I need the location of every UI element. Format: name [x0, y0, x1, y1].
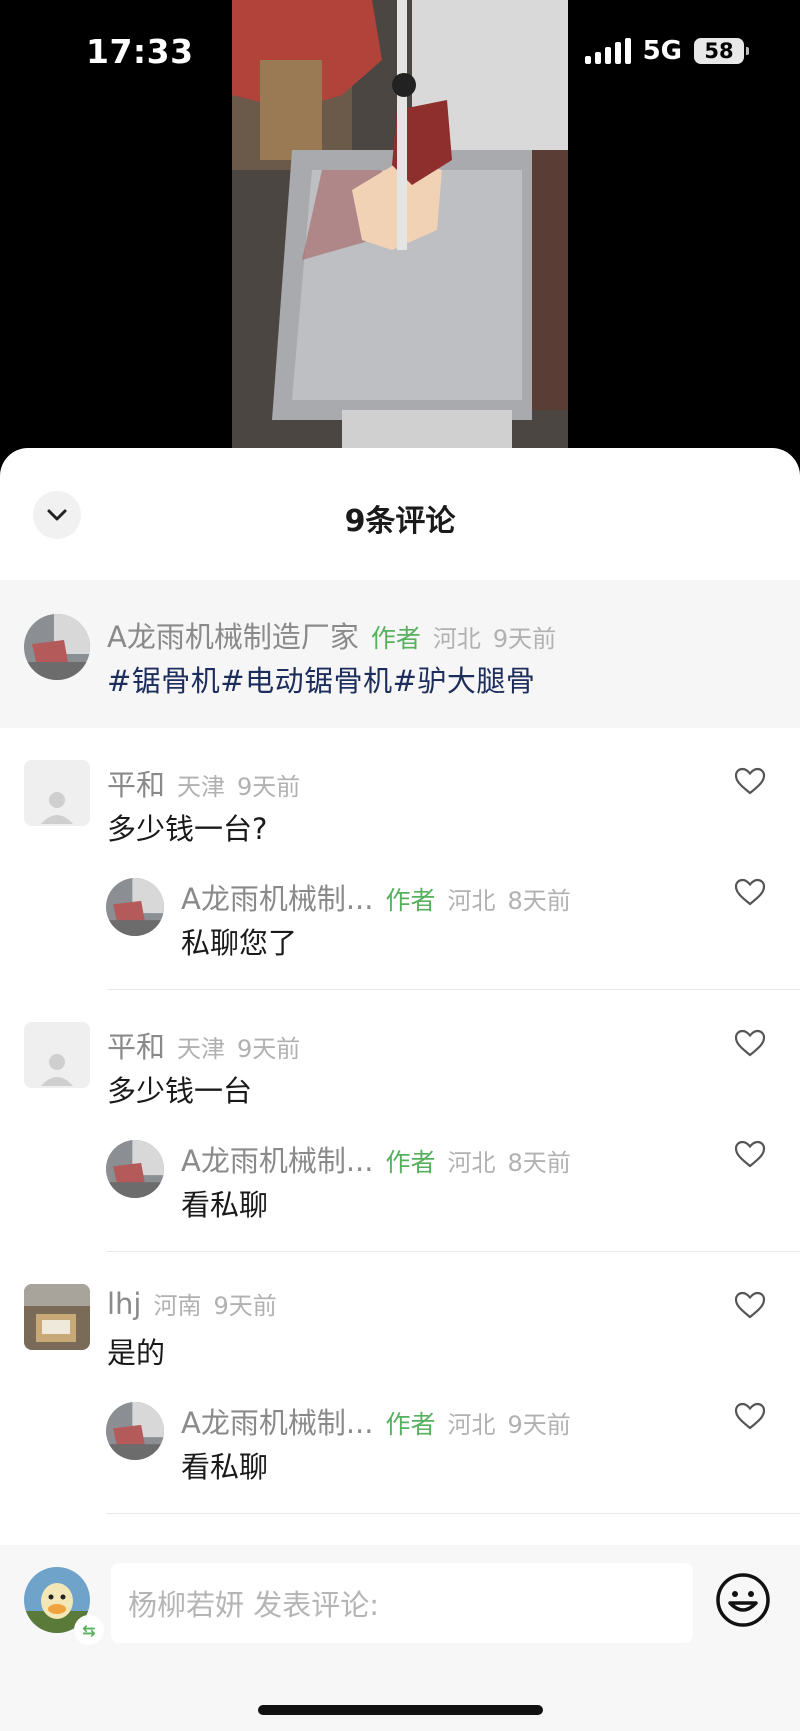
username[interactable]: 平和 — [107, 762, 165, 804]
location: 河北 — [447, 887, 496, 915]
comment-meta: A龙雨机械制... 作者 河北 8天前 — [181, 876, 571, 918]
comment-text: 看私聊 — [181, 1188, 269, 1222]
avatar[interactable] — [106, 1402, 164, 1460]
heart-icon[interactable] — [734, 766, 766, 796]
username[interactable]: A龙雨机械制... — [181, 1400, 374, 1442]
sheet-header: 9条评论 — [0, 448, 800, 578]
heart-icon[interactable] — [734, 1290, 766, 1320]
comment-meta: A龙雨机械制... 作者 河北 8天前 — [181, 1138, 571, 1180]
comment-input[interactable]: 杨柳若妍 发表评论: — [111, 1563, 693, 1643]
avatar[interactable] — [106, 1140, 164, 1198]
hashtags[interactable]: #锯骨机#电动锯骨机#驴大腿骨 — [107, 658, 535, 700]
location: 天津 — [177, 1035, 226, 1063]
location: 天津 — [177, 773, 226, 801]
comment-item[interactable]: 平和 天津 9天前 多少钱一台? A龙雨机械制... 作者 河北 8天前 私聊您… — [0, 760, 800, 990]
status-time: 17:33 — [86, 32, 194, 71]
timestamp: 9天前 — [237, 1035, 301, 1063]
divider — [107, 1251, 800, 1252]
avatar[interactable] — [24, 760, 90, 826]
avatar[interactable] — [24, 1022, 90, 1088]
comment-item[interactable]: 平和 天津 9天前 多少钱一台 A龙雨机械制... 作者 河北 8天前 看私聊 — [0, 1022, 800, 1252]
comment-count-title: 9条评论 — [344, 504, 456, 539]
timestamp: 8天前 — [507, 887, 571, 915]
avatar[interactable] — [106, 878, 164, 936]
username[interactable]: A龙雨机械制... — [181, 1138, 374, 1180]
network-label: 5G — [642, 36, 682, 66]
heart-icon[interactable] — [734, 1139, 766, 1169]
username[interactable]: 平和 — [107, 1024, 165, 1066]
location: 河南 — [153, 1292, 202, 1320]
comment-text: 是的 — [107, 1336, 166, 1370]
comment-text: 看私聊 — [181, 1450, 269, 1484]
timestamp: 9天前 — [492, 625, 557, 653]
comment-text: 多少钱一台? — [107, 812, 268, 846]
location: 河北 — [432, 625, 481, 653]
timestamp: 9天前 — [237, 773, 301, 801]
comment-meta: A龙雨机械制造厂家 作者 河北 9天前 — [107, 614, 556, 656]
comment-item[interactable]: lhj 河南 9天前 是的 A龙雨机械制... 作者 河北 9天前 看私聊 — [0, 1284, 800, 1514]
divider — [107, 1513, 800, 1514]
switch-account-icon[interactable]: ⇆ — [74, 1615, 104, 1645]
comment-meta: 平和 天津 9天前 — [107, 1024, 300, 1066]
heart-icon[interactable] — [734, 1028, 766, 1058]
timestamp: 9天前 — [507, 1411, 571, 1439]
comment-meta: A龙雨机械制... 作者 河北 9天前 — [181, 1400, 571, 1442]
divider — [107, 989, 800, 990]
battery-icon: 58 — [694, 38, 749, 64]
username[interactable]: A龙雨机械制... — [181, 876, 374, 918]
author-badge: 作者 — [385, 886, 436, 915]
signal-icon — [584, 38, 631, 64]
heart-icon[interactable] — [734, 877, 766, 907]
emoji-icon[interactable] — [714, 1571, 772, 1629]
comment-input-bar: ⇆ 杨柳若妍 发表评论: — [0, 1545, 800, 1731]
username[interactable]: A龙雨机械制造厂家 — [107, 614, 359, 656]
avatar[interactable] — [24, 1284, 90, 1350]
location: 河北 — [447, 1149, 496, 1177]
timestamp: 9天前 — [213, 1292, 277, 1320]
comment-text: 多少钱一台 — [107, 1074, 253, 1108]
home-indicator — [258, 1705, 543, 1715]
author-badge: 作者 — [385, 1148, 436, 1177]
status-indicators: 5G 58 — [584, 36, 749, 66]
location: 河北 — [447, 1411, 496, 1439]
comment-meta: 平和 天津 9天前 — [107, 762, 300, 804]
author-badge: 作者 — [370, 624, 421, 653]
avatar[interactable] — [24, 614, 90, 680]
comment-meta: lhj 河南 9天前 — [107, 1286, 277, 1321]
status-bar: 17:33 5G 58 — [0, 0, 800, 105]
comment-text: 私聊您了 — [181, 926, 298, 960]
pinned-author-post[interactable]: A龙雨机械制造厂家 作者 河北 9天前 #锯骨机#电动锯骨机#驴大腿骨 — [0, 580, 800, 728]
timestamp: 8天前 — [507, 1149, 571, 1177]
username[interactable]: lhj — [107, 1287, 142, 1321]
heart-icon[interactable] — [734, 1401, 766, 1431]
author-badge: 作者 — [385, 1410, 436, 1439]
